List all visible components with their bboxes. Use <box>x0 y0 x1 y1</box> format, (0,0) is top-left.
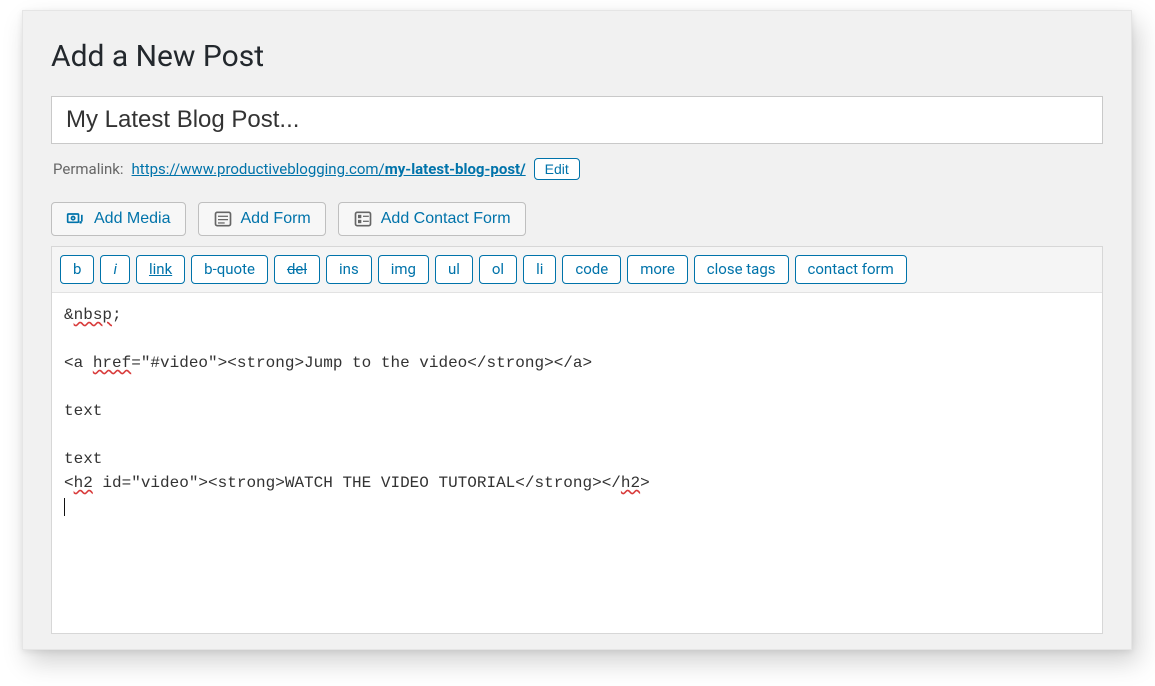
post-content-textarea[interactable]: &nbsp; <a href="#video"><strong>Jump to … <box>52 293 1102 633</box>
qt-img-button[interactable]: img <box>378 255 429 284</box>
qt-ul-button[interactable]: ul <box>435 255 473 284</box>
add-form-label: Add Form <box>241 210 311 228</box>
text-caret <box>64 498 65 516</box>
form-list-icon <box>213 209 233 229</box>
permalink-edit-button[interactable]: Edit <box>534 158 580 180</box>
post-title-input[interactable] <box>51 96 1103 144</box>
permalink-slug: my-latest-blog-post/ <box>385 160 526 178</box>
qt-bold-button[interactable]: b <box>60 255 94 284</box>
permalink-link[interactable]: https://www.productiveblogging.com/my-la… <box>132 160 526 178</box>
editor-panel: Add a New Post Permalink: https://www.pr… <box>22 10 1132 650</box>
add-media-button[interactable]: Add Media <box>51 202 186 236</box>
qt-li-button[interactable]: li <box>523 255 556 284</box>
add-media-label: Add Media <box>94 210 171 228</box>
add-contact-form-button[interactable]: Add Contact Form <box>338 202 526 236</box>
qt-link-button[interactable]: link <box>136 255 185 284</box>
media-buttons-row: Add Media Add Form Add Contact Form <box>51 202 1103 236</box>
qt-close-tags-button[interactable]: close tags <box>694 255 789 284</box>
camera-music-icon <box>66 209 86 229</box>
permalink-base: https://www.productiveblogging.com/ <box>132 160 385 178</box>
quicktags-toolbar: b i link b-quote del ins img ul ol li co… <box>52 247 1102 293</box>
page-title: Add a New Post <box>51 39 1103 74</box>
editor-line-5: <h2 id="video"><strong>WATCH THE VIDEO T… <box>64 474 650 492</box>
qt-code-button[interactable]: code <box>562 255 621 284</box>
editor-line-3: text <box>64 402 102 420</box>
qt-blockquote-button[interactable]: b-quote <box>191 255 268 284</box>
qt-contact-form-button[interactable]: contact form <box>795 255 907 284</box>
qt-ins-button[interactable]: ins <box>326 255 372 284</box>
add-form-button[interactable]: Add Form <box>198 202 326 236</box>
editor-line-4: text <box>64 450 102 468</box>
editor-line-2: <a href="#video"><strong>Jump to the vid… <box>64 354 592 372</box>
permalink-row: Permalink: https://www.productivebloggin… <box>53 158 1101 180</box>
qt-more-button[interactable]: more <box>627 255 688 284</box>
qt-del-button[interactable]: del <box>274 255 320 284</box>
editor-line-1: &nbsp; <box>64 306 122 324</box>
qt-ol-button[interactable]: ol <box>479 255 517 284</box>
add-contact-form-label: Add Contact Form <box>381 210 511 228</box>
permalink-label: Permalink: <box>53 160 124 178</box>
qt-italic-button[interactable]: i <box>100 255 130 284</box>
text-editor: b i link b-quote del ins img ul ol li co… <box>51 246 1103 634</box>
form-grid-icon <box>353 209 373 229</box>
